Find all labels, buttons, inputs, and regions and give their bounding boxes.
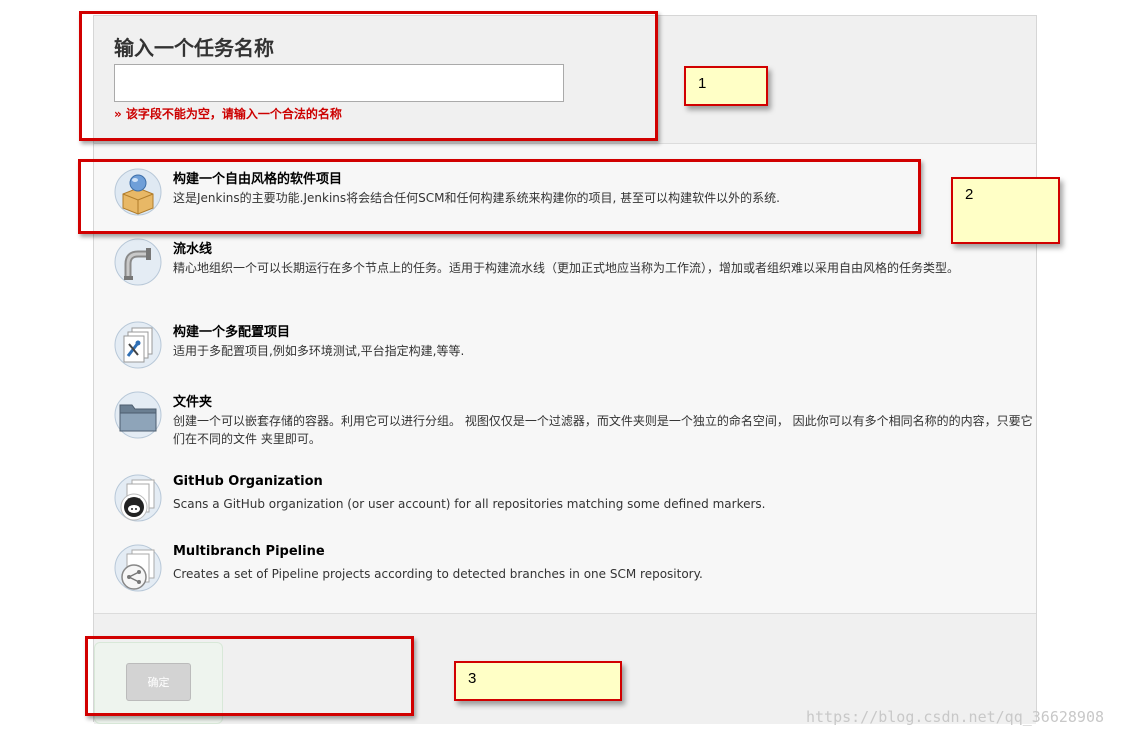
- job-type-multibranch-pipeline[interactable]: Multibranch Pipeline Creates a set of Pi…: [114, 544, 1014, 594]
- job-type-title: 文件夹: [173, 395, 213, 410]
- multibranch-pipeline-icon: [114, 544, 162, 592]
- folder-icon: [114, 391, 162, 439]
- annotation-note-2: 2: [951, 177, 1060, 244]
- job-type-github-organization[interactable]: GitHub Organization Scans a GitHub organ…: [114, 474, 1014, 524]
- job-type-title: GitHub Organization: [173, 474, 323, 489]
- job-type-pipeline[interactable]: 流水线 精心地组织一个可以长期运行在多个节点上的任务。适用于构建流水线（更加正式…: [114, 238, 1014, 302]
- annotation-note-label: 2: [965, 186, 974, 203]
- watermark: https://blog.csdn.net/qq_36628908: [806, 708, 1105, 726]
- job-type-multi-config[interactable]: 构建一个多配置项目 适用于多配置项目,例如多环境测试,平台指定构建,等等.: [114, 321, 1014, 371]
- annotation-note-label: 1: [698, 75, 707, 92]
- annotation-note-label: 3: [468, 670, 477, 687]
- job-type-description: 精心地组织一个可以长期运行在多个节点上的任务。适用于构建流水线（更加正式地应当称…: [173, 261, 960, 275]
- pipeline-icon: [114, 238, 162, 286]
- job-type-description: Creates a set of Pipeline projects accor…: [173, 567, 703, 581]
- job-type-description: 创建一个可以嵌套存储的容器。利用它可以进行分组。 视图仅仅是一个过滤器，而文件夹…: [173, 414, 1033, 446]
- annotation-box-1: [79, 11, 658, 141]
- job-type-title: Multibranch Pipeline: [173, 544, 325, 559]
- annotation-note-3: 3: [454, 661, 622, 701]
- job-type-title: 构建一个多配置项目: [173, 325, 291, 340]
- job-type-folder[interactable]: 文件夹 创建一个可以嵌套存储的容器。利用它可以进行分组。 视图仅仅是一个过滤器，…: [114, 391, 1033, 451]
- annotation-box-3: [85, 636, 414, 716]
- github-organization-icon: [114, 474, 162, 522]
- annotation-note-1: 1: [684, 66, 768, 106]
- multi-config-icon: [114, 321, 162, 369]
- job-type-title: 流水线: [173, 242, 213, 257]
- job-type-description: 适用于多配置项目,例如多环境测试,平台指定构建,等等.: [173, 344, 465, 358]
- job-type-description: Scans a GitHub organization (or user acc…: [173, 497, 766, 511]
- annotation-box-2: [78, 159, 921, 234]
